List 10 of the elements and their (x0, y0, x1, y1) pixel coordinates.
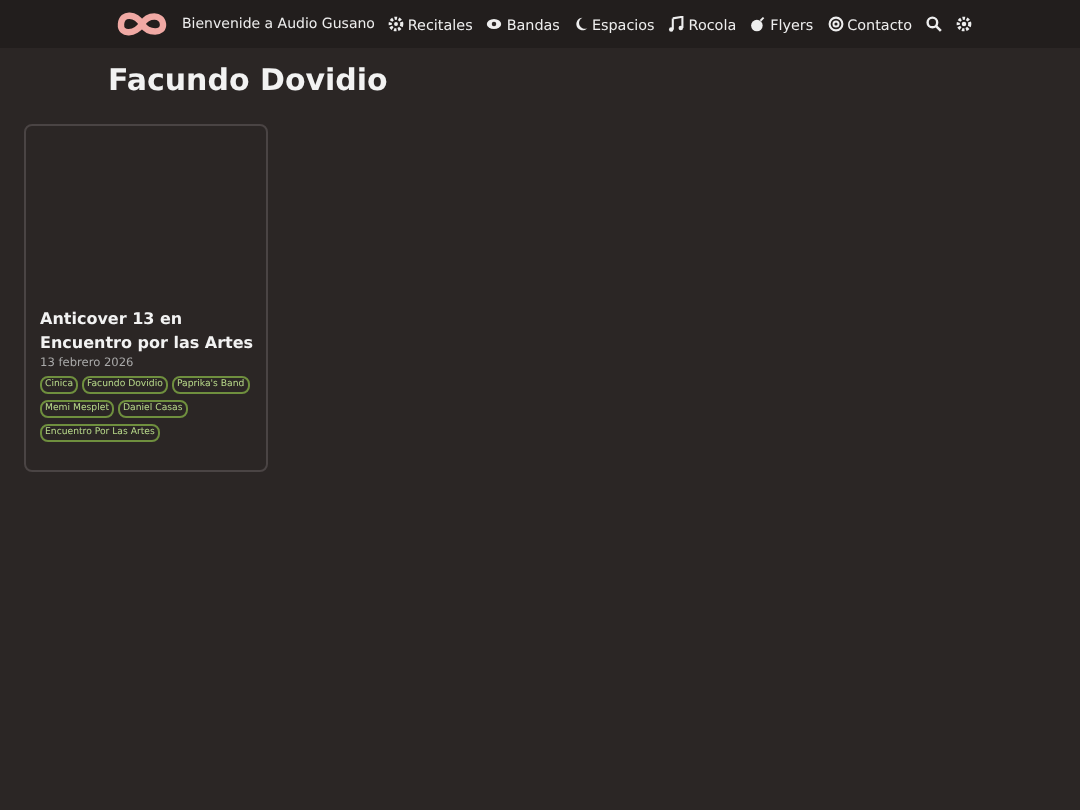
search-icon[interactable] (926, 16, 942, 32)
sun-icon[interactable] (956, 16, 972, 32)
moon-icon (573, 16, 588, 32)
logo-icon[interactable] (114, 8, 170, 40)
eye-icon (486, 16, 503, 32)
music-note-icon (668, 16, 685, 32)
card-title[interactable]: Anticover 13 en Encuentro por las Artes (40, 308, 256, 356)
page-title: Facundo Dovidio (106, 60, 390, 102)
gear-icon (387, 16, 404, 32)
bomb-icon (750, 16, 767, 32)
